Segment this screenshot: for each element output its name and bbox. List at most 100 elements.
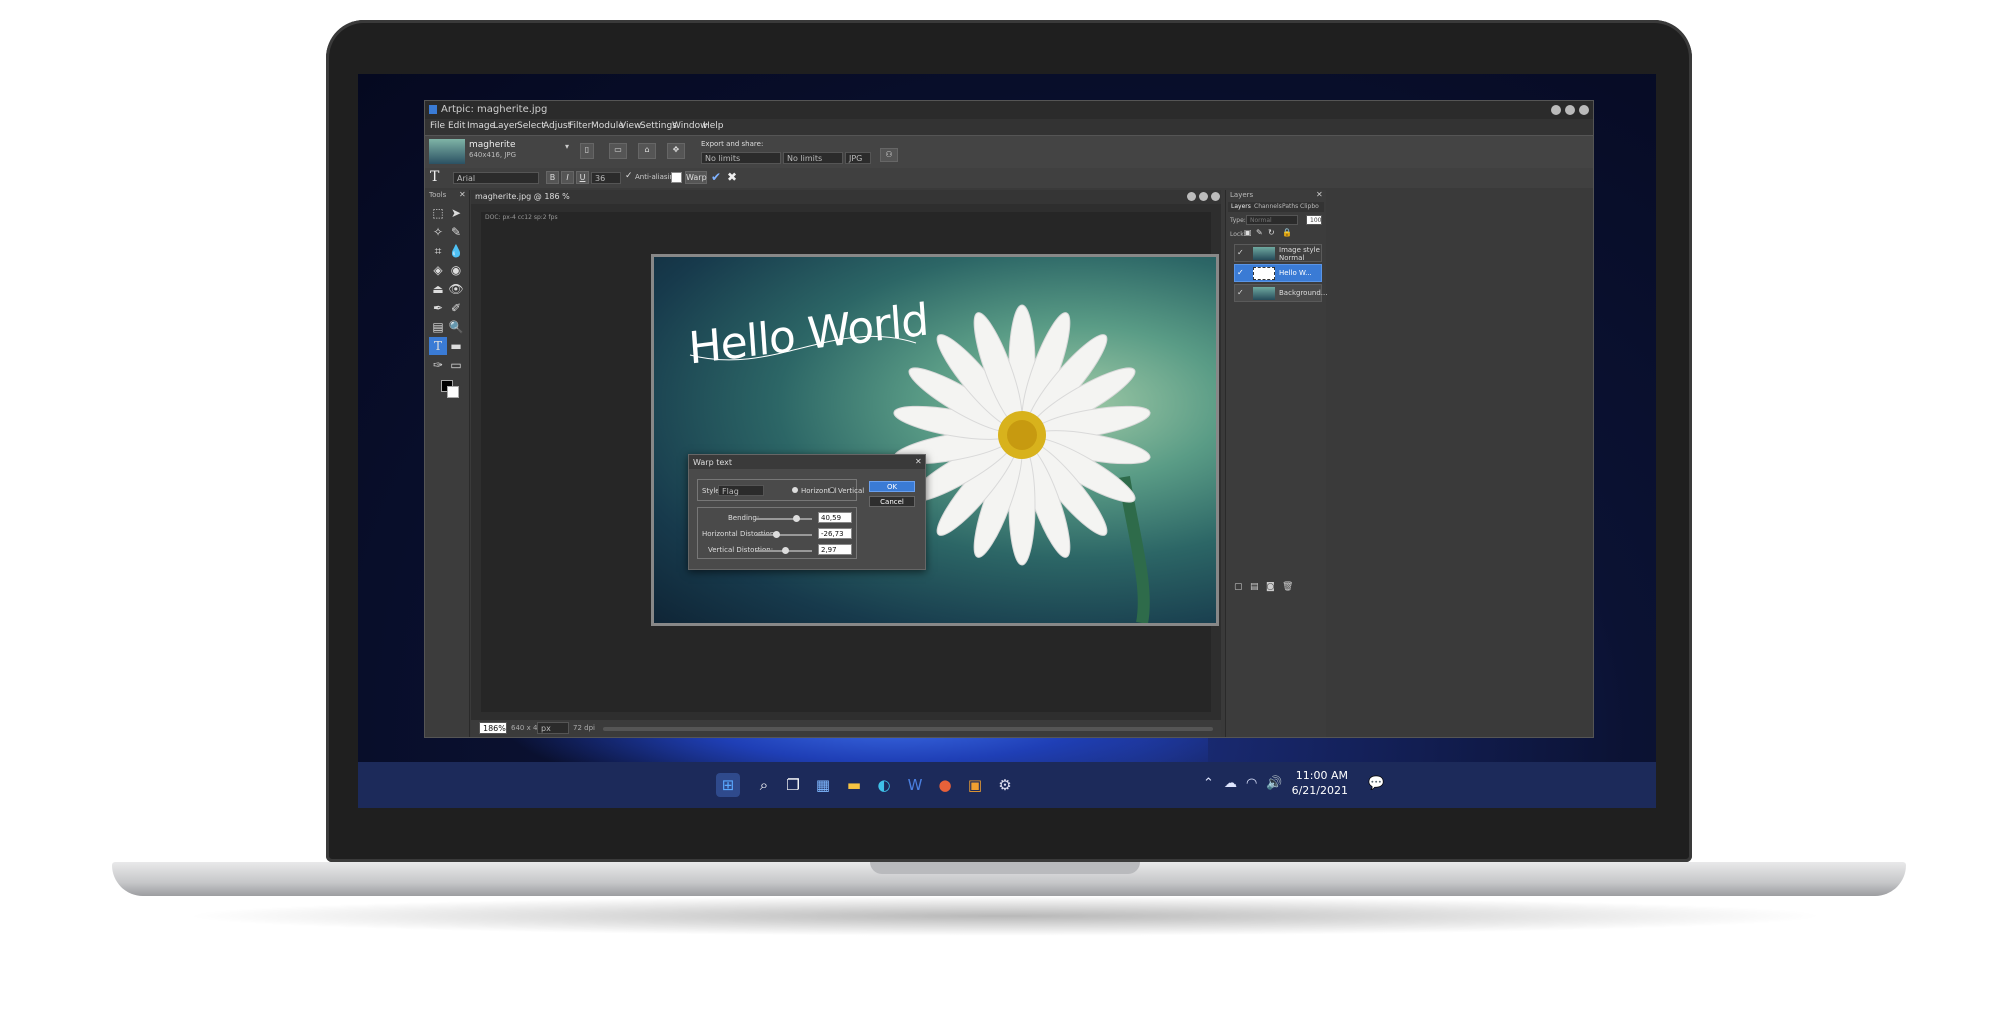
bending-knob[interactable] (792, 515, 800, 522)
delete-layer-icon[interactable]: 🗑 (1282, 582, 1293, 592)
new-doc-icon[interactable]: ▯ (580, 143, 594, 159)
vertical-distortion-slider[interactable] (756, 547, 812, 554)
task-view-icon[interactable]: ❐ (781, 773, 805, 797)
volume-icon[interactable]: 🔊 (1266, 776, 1282, 791)
tab-clipboard[interactable]: Clipbo (1300, 203, 1319, 210)
lock-paint-icon[interactable]: ✎ (1256, 228, 1263, 237)
horizontal-distortion-slider[interactable] (756, 531, 812, 538)
search-icon[interactable]: ⌕ (752, 773, 776, 797)
shape-icon[interactable]: ▭ (447, 356, 465, 374)
vertical-distortion-input[interactable]: 2,97 (818, 544, 852, 555)
canvas-image[interactable]: Hello World (651, 254, 1219, 626)
style-select[interactable]: Flag (718, 485, 764, 496)
gradient-icon[interactable]: ▤ (429, 318, 447, 336)
notification-icon[interactable]: 💬 (1368, 776, 1384, 791)
menu-view[interactable]: View (620, 121, 641, 131)
sampler-icon[interactable]: ✐ (447, 299, 465, 317)
horizontal-scrollbar[interactable] (603, 727, 1213, 731)
bold-button[interactable]: B (546, 171, 559, 184)
eraser-icon[interactable]: ◈ (429, 261, 447, 279)
doc-close-icon[interactable] (1211, 192, 1220, 201)
tab-layers[interactable]: Layers (1231, 203, 1251, 210)
steam-icon[interactable]: ⚙ (993, 773, 1017, 797)
text-color-swatch[interactable] (671, 172, 682, 183)
magic-wand-icon[interactable]: ✧ (429, 223, 447, 241)
menu-select[interactable]: Select (517, 121, 545, 131)
lock-position-icon[interactable]: ↻ (1268, 228, 1275, 237)
minimize-icon[interactable] (1551, 105, 1561, 115)
warp-button[interactable]: Warp (685, 171, 707, 184)
unit-select[interactable]: px (537, 722, 569, 734)
dropper-icon[interactable]: ✒ (429, 299, 447, 317)
underline-button[interactable]: U (576, 171, 589, 184)
stamp-icon[interactable]: ⏏ (429, 280, 447, 298)
layer-visibility-check-icon[interactable]: ✓ (1237, 268, 1244, 277)
pen-icon[interactable]: ✑ (429, 356, 447, 374)
horizontal-distortion-input[interactable]: -26,73 (818, 528, 852, 539)
tab-paths[interactable]: Paths (1282, 203, 1298, 210)
tab-channels[interactable]: Channels (1254, 203, 1282, 210)
lock-pixels-icon[interactable]: ▣ (1244, 228, 1252, 237)
clock-date[interactable]: 6/21/2021 (1288, 784, 1348, 797)
horizontal-distortion-knob[interactable] (773, 531, 781, 538)
opacity-input[interactable]: 100 (1306, 215, 1322, 225)
menu-adjust[interactable]: Adjust (543, 121, 571, 131)
zoom-input[interactable]: 186% (479, 722, 507, 734)
save-icon[interactable]: ⌂ (638, 143, 656, 159)
confirm-check-icon[interactable]: ✔ (711, 170, 721, 184)
layer-row-hello-world[interactable]: ✓ Hello W... (1234, 264, 1322, 282)
menu-image[interactable]: Image (467, 121, 495, 131)
share-icon[interactable]: ⚇ (880, 148, 898, 162)
fill-icon[interactable]: ▬ (447, 337, 465, 355)
widgets-icon[interactable]: ▦ (811, 773, 835, 797)
start-windows-icon[interactable]: ⊞ (716, 773, 740, 797)
drop-icon[interactable]: 💧 (447, 242, 465, 260)
close-icon[interactable] (1579, 105, 1589, 115)
menu-help[interactable]: Help (703, 121, 724, 131)
open-folder-icon[interactable]: ▭ (609, 143, 627, 159)
bending-slider[interactable] (756, 515, 812, 522)
powerpoint-icon[interactable]: ● (933, 773, 957, 797)
layers-close-icon[interactable]: ✕ (1316, 190, 1323, 199)
font-size-select[interactable]: 36 (591, 172, 621, 184)
menu-edit[interactable]: Edit (448, 121, 465, 131)
new-layer-icon[interactable]: ▢ (1234, 582, 1243, 592)
doc-minimize-icon[interactable] (1187, 192, 1196, 201)
maximize-icon[interactable] (1565, 105, 1575, 115)
layer-row-background[interactable]: ✓ Background... (1234, 284, 1327, 302)
ok-button[interactable]: OK (869, 481, 915, 492)
layer-row-image-style[interactable]: ✓ Image style Normal (1234, 244, 1322, 262)
duplicate-layer-icon[interactable]: ▤ (1250, 582, 1259, 592)
tools-close-icon[interactable]: ✕ (459, 190, 466, 199)
mask-layer-icon[interactable]: ◙ (1266, 582, 1275, 592)
text-tool-button[interactable]: T (429, 337, 447, 355)
file-explorer-icon[interactable]: ▬ (842, 773, 866, 797)
store-icon[interactable]: ▣ (963, 773, 987, 797)
menu-layer[interactable]: Layer (493, 121, 518, 131)
menu-file[interactable]: File (430, 121, 445, 131)
crop-icon[interactable]: ⌗ (429, 242, 447, 260)
document-tab[interactable]: magherite.jpg @ 186 % (471, 190, 1221, 204)
wifi-icon[interactable]: ◠ (1246, 776, 1257, 791)
background-color-swatch[interactable] (447, 386, 459, 398)
move-arrow-icon[interactable]: ➤ (447, 204, 465, 222)
settings-icon[interactable]: ✥ (667, 143, 685, 159)
export-limit-select[interactable]: No limits (783, 152, 843, 164)
cancel-x-icon[interactable]: ✖ (727, 170, 737, 184)
blend-mode-select[interactable]: Normal (1246, 215, 1298, 225)
vertical-distortion-knob[interactable] (781, 547, 789, 554)
layer-visibility-check-icon[interactable]: ✓ (1237, 248, 1244, 257)
clock-time[interactable]: 11:00 AM (1288, 769, 1348, 782)
export-format-select[interactable]: JPG (845, 152, 871, 164)
menu-module[interactable]: Module (591, 121, 624, 131)
color-picker-icon[interactable]: ◉ (447, 261, 465, 279)
zoom-icon[interactable]: 🔍 (447, 318, 465, 336)
font-family-select[interactable]: Arial (453, 172, 539, 184)
doc-maximize-icon[interactable] (1199, 192, 1208, 201)
bending-input[interactable]: 40,59 (818, 512, 852, 523)
export-size-select[interactable]: No limits (701, 152, 781, 164)
warp-close-icon[interactable]: ✕ (915, 457, 922, 466)
brush-icon[interactable]: ✎ (447, 223, 465, 241)
horizontal-radio[interactable] (792, 487, 798, 493)
marquee-select-icon[interactable]: ⬚ (429, 204, 447, 222)
